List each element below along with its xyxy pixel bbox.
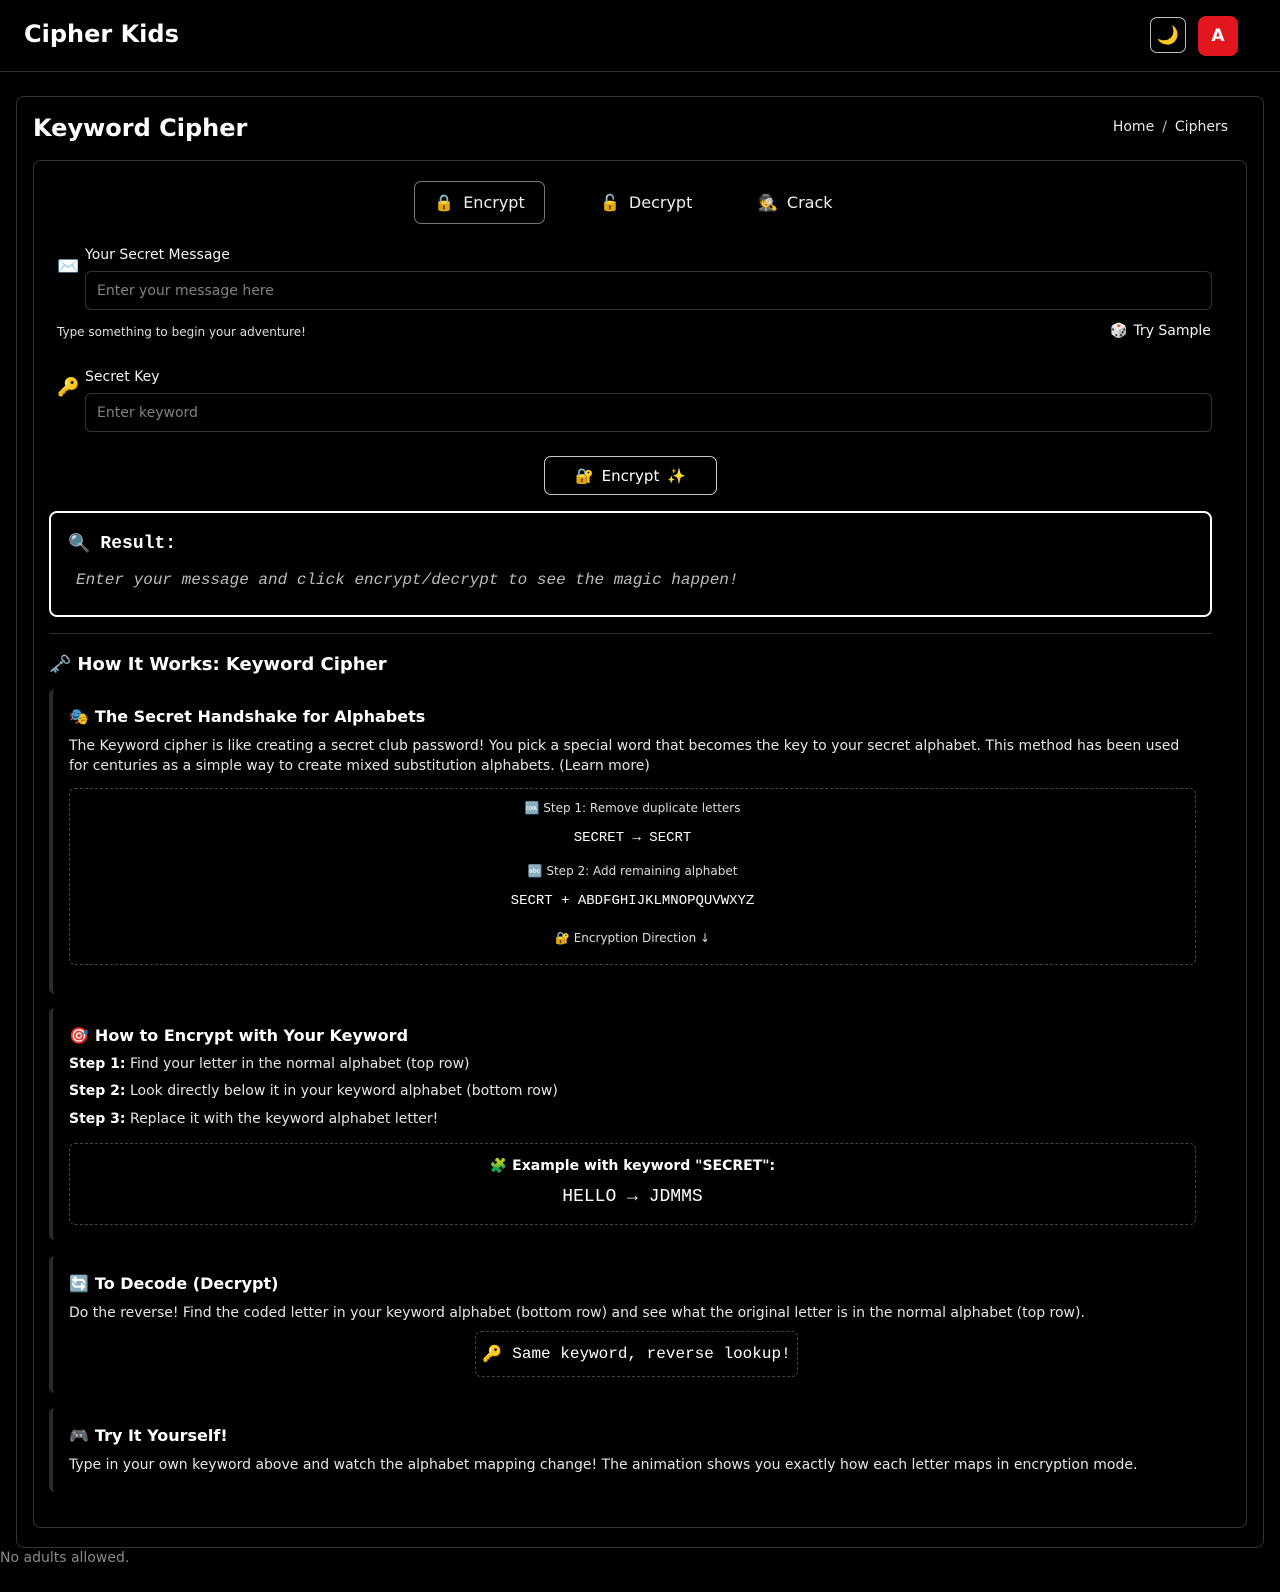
section-description: Type in your own keyword above and watch…	[69, 1457, 1138, 1473]
abc-icon: 🔤	[527, 864, 543, 878]
tab-crack[interactable]: 🕵️ Crack	[758, 181, 833, 224]
old-key-icon: 🗝️	[49, 654, 72, 675]
cool-icon: 🆒	[524, 801, 540, 815]
try-sample-label: Try Sample	[1133, 323, 1211, 339]
encrypt-button-label: Encrypt	[601, 466, 660, 485]
encrypt-button[interactable]: 🔐 Encrypt ✨	[544, 456, 717, 495]
top-bar: Cipher Kids 🌙 A	[0, 0, 1280, 72]
breadcrumb-current: Ciphers	[1174, 119, 1228, 135]
section-title: 🎭 The Secret Handshake for Alphabets	[69, 707, 425, 726]
tab-encrypt[interactable]: 🔒 Encrypt	[414, 181, 545, 224]
page-title: Keyword Cipher	[33, 114, 248, 142]
divider	[49, 633, 1212, 634]
tab-label: Decrypt	[628, 193, 693, 212]
section-title-text: To Decode (Decrypt)	[94, 1274, 279, 1293]
key-icon: 🔑	[57, 377, 80, 398]
refresh-icon: 🔄	[69, 1274, 89, 1293]
step2-value: SECRT + ABDFGHIJKLMNOPQUVWXYZ	[510, 893, 755, 909]
reverse-lookup-badge: 🔑 Same keyword, reverse lookup!	[475, 1331, 798, 1377]
key-label: Secret Key	[85, 369, 160, 385]
example-label: 🧩 Example with keyword "SECRET":	[489, 1158, 776, 1174]
section-how-to-encrypt: 🎯 How to Encrypt with Your Keyword Step …	[49, 1008, 1212, 1240]
step2-label: 🔤 Step 2: Add remaining alphabet	[527, 864, 738, 878]
message-label: Your Secret Message	[85, 247, 230, 263]
result-title: 🔍 Result:	[68, 533, 176, 555]
avatar[interactable]: A	[1198, 16, 1238, 56]
message-hint: Type something to begin your adventure!	[57, 325, 306, 339]
moon-icon: 🌙	[1156, 24, 1180, 46]
breadcrumb: Home / Ciphers	[1113, 119, 1228, 135]
encrypt-step-3: Step 3: Replace it with the keyword alph…	[69, 1111, 439, 1127]
key-input[interactable]	[85, 393, 1212, 432]
puzzle-icon: 🧩	[489, 1158, 508, 1174]
footer-text: No adults allowed.	[0, 1550, 130, 1566]
dice-icon: 🎲	[1110, 323, 1128, 339]
step1-value: SECRET → SECRT	[573, 830, 692, 846]
tab-decrypt[interactable]: 🔓 Decrypt	[600, 181, 692, 224]
lock-with-key-icon: 🔐	[574, 466, 594, 485]
how-it-works-title: 🗝️ How It Works: Keyword Cipher	[49, 654, 387, 675]
message-input[interactable]	[85, 271, 1212, 310]
result-box: 🔍 Result: Enter your message and click e…	[49, 511, 1212, 617]
tab-label: Crack	[786, 193, 833, 212]
example-value: HELLO → JDMMS	[562, 1187, 703, 1207]
section-title-text: Try It Yourself!	[94, 1426, 228, 1445]
step1-label: 🆒 Step 1: Remove duplicate letters	[524, 801, 741, 815]
example-box: 🧩 Example with keyword "SECRET": HELLO →…	[69, 1143, 1196, 1225]
key-icon: 🔑	[482, 1346, 503, 1364]
section-secret-handshake: 🎭 The Secret Handshake for Alphabets The…	[49, 689, 1212, 994]
breadcrumb-separator: /	[1162, 119, 1167, 135]
section-title-text: The Secret Handshake for Alphabets	[94, 707, 426, 726]
result-title-text: Result:	[100, 534, 177, 554]
try-sample-button[interactable]: 🎲 Try Sample	[1110, 323, 1211, 339]
section-title: 🎯 How to Encrypt with Your Keyword	[69, 1026, 408, 1045]
masks-icon: 🎭	[69, 707, 89, 726]
section-title-text: How to Encrypt with Your Keyword	[94, 1026, 409, 1045]
theme-toggle-button[interactable]: 🌙	[1150, 17, 1186, 53]
unlock-icon: 🔓	[600, 193, 620, 212]
section-description: The Keyword cipher is like creating a se…	[69, 738, 1180, 774]
section-try-it: 🎮 Try It Yourself! Type in your own keyw…	[49, 1408, 1212, 1492]
section-title: 🎮 Try It Yourself!	[69, 1426, 228, 1445]
section-description: Do the reverse! Find the coded letter in…	[69, 1305, 1085, 1321]
detective-icon: 🕵️	[758, 193, 778, 212]
keyword-steps-box: 🆒 Step 1: Remove duplicate letters SECRE…	[69, 788, 1196, 965]
tab-label: Encrypt	[463, 193, 525, 212]
encrypt-step-2: Step 2: Look directly below it in your k…	[69, 1083, 558, 1099]
envelope-icon: ✉️	[57, 256, 80, 277]
lock-icon: 🔒	[434, 193, 455, 212]
encryption-direction: 🔐 Encryption Direction ↓	[554, 931, 711, 945]
section-title: 🔄 To Decode (Decrypt)	[69, 1274, 278, 1293]
breadcrumb-home[interactable]: Home	[1113, 119, 1154, 135]
encrypt-step-1: Step 1: Find your letter in the normal a…	[69, 1056, 470, 1072]
sparkles-icon: ✨	[667, 466, 687, 485]
target-icon: 🎯	[69, 1026, 89, 1045]
lock-with-key-icon: 🔐	[554, 931, 570, 945]
magnifier-icon: 🔍	[68, 535, 91, 555]
how-it-works-title-text: How It Works: Keyword Cipher	[77, 654, 387, 675]
result-output: Enter your message and click encrypt/dec…	[76, 571, 739, 589]
section-decode: 🔄 To Decode (Decrypt) Do the reverse! Fi…	[49, 1256, 1212, 1393]
brand-logo[interactable]: Cipher Kids	[24, 20, 179, 48]
game-controller-icon: 🎮	[69, 1426, 89, 1445]
